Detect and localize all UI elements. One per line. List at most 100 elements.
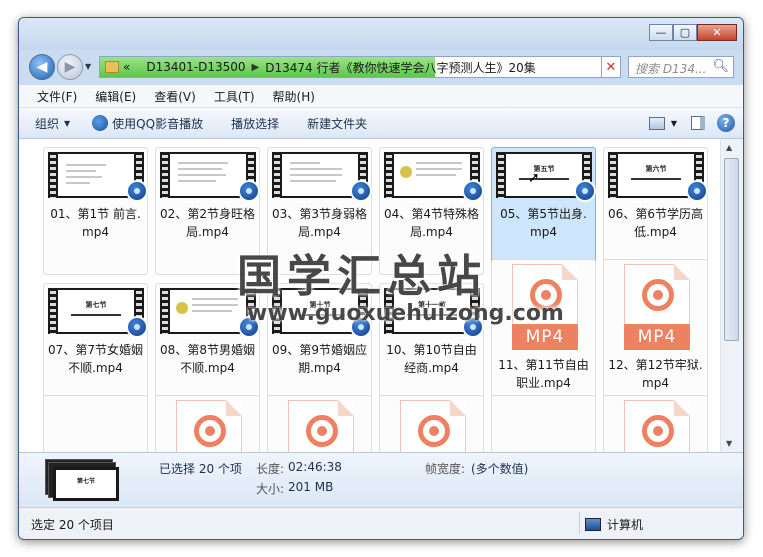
help-icon[interactable]: ? [717, 114, 735, 132]
file-name: 02、第2节身旺格 局.mp4 [160, 207, 255, 239]
address-bar[interactable]: « D13401-D13500 ▶ D13474 行者《教你快速学会八字预测人生… [99, 56, 617, 78]
file-item-01[interactable]: 01、第1节 前言. mp4 [43, 147, 148, 275]
file-name: 10、第10节自由 经商.mp4 [386, 343, 477, 375]
preview-pane-icon[interactable] [691, 116, 705, 130]
file-item-06[interactable]: 第六节 06、第6节学历高 低.mp4 [603, 147, 708, 275]
qq-video-icon [238, 180, 260, 202]
minimize-button[interactable]: — [649, 24, 673, 41]
search-icon[interactable]: 🔍︎ [712, 59, 729, 74]
search-placeholder: 搜索 D134... [635, 62, 707, 76]
file-item-14[interactable]: MP4 [155, 395, 260, 452]
address-row: ◀ ▶ ▼ « D13401-D13500 ▶ D13474 行者《教你快速学会… [19, 50, 743, 84]
file-item-17[interactable] [491, 395, 596, 452]
file-item-07[interactable]: 第七节 07、第7节女婚姻 不顺.mp4 [43, 283, 148, 411]
search-input[interactable]: 搜索 D134... 🔍︎ [628, 56, 734, 78]
breadcrumb: « D13401-D13500 ▶ D13474 行者《教你快速学会八字预测人生… [100, 57, 536, 77]
file-item-13[interactable] [43, 395, 148, 452]
mp4-file-icon: MP4 [624, 400, 690, 452]
mp4-file-icon: MP4 [176, 400, 242, 452]
file-item-11[interactable]: MP4 11、第11节自由 职业.mp4 [491, 259, 596, 411]
menu-bar: 文件(F) 编辑(E) 查看(V) 工具(T) 帮助(H) [19, 85, 743, 108]
file-item-05[interactable]: 第五节 05、第5节出身. mp4 ➚ [491, 147, 596, 275]
file-name: 06、第6节学历高 低.mp4 [608, 207, 703, 239]
toolbar-right: ▼ ? [648, 114, 735, 132]
breadcrumb-separator-icon[interactable]: ▶ [252, 62, 260, 73]
file-item-03[interactable]: 03、第3节身弱格 局.mp4 [267, 147, 372, 275]
change-view-icon[interactable] [648, 116, 665, 130]
play-with-qq-button[interactable]: 使用QQ影音播放 [92, 115, 203, 132]
organize-button[interactable]: 组织 ▼ [35, 115, 70, 132]
title-bar: — ▢ ✕ [19, 18, 743, 50]
file-item-10[interactable]: 第十一节 10、第10节自由 经商.mp4 [379, 283, 484, 411]
qq-video-icon [462, 316, 484, 338]
file-name: 09、第9节婚姻应 期.mp4 [272, 343, 367, 375]
mp4-file-icon: MP4 [512, 264, 578, 350]
back-button[interactable]: ◀ [29, 54, 55, 80]
menu-help[interactable]: 帮助(H) [273, 88, 315, 105]
forward-button[interactable]: ▶ [57, 54, 83, 80]
status-location: 计算机 [585, 516, 643, 533]
scrollbar-thumb[interactable] [724, 158, 739, 341]
command-bar: 组织 ▼ 使用QQ影音播放 播放选择 新建文件夹 ▼ ? [19, 108, 743, 139]
qq-video-icon [574, 180, 596, 202]
qq-video-icon [350, 180, 372, 202]
qq-video-icon [238, 316, 260, 338]
stop-button[interactable]: ✕ [601, 56, 621, 78]
forward-arrow-icon: ▶ [64, 59, 76, 75]
file-item-08[interactable]: 08、第8节男婚姻 不顺.mp4 [155, 283, 260, 411]
view-dropdown-icon[interactable]: ▼ [671, 119, 677, 128]
file-item-04[interactable]: 04、第4节特殊格 局.mp4 [379, 147, 484, 275]
selected-count: 已选择 20 个项 [159, 462, 242, 476]
play-selected-label: 播放选择 [231, 116, 280, 131]
selection-thumbnail-stack: 第七节 [45, 459, 125, 503]
mp4-file-icon: MP4 [400, 400, 466, 452]
computer-icon [585, 518, 601, 531]
scroll-down-icon[interactable]: ▼ [726, 439, 732, 448]
file-item-16[interactable]: MP4 [379, 395, 484, 452]
details-pane: 第七节 已选择 20 个项 长度: 02:46:38 大小: 201 MB 帧宽… [19, 452, 743, 508]
scroll-up-icon[interactable]: ▲ [726, 143, 732, 152]
caption-buttons: — ▢ ✕ [649, 24, 737, 41]
status-location-label: 计算机 [607, 518, 644, 532]
status-selection-text: 选定 20 个项目 [31, 518, 114, 532]
menu-file[interactable]: 文件(F) [37, 88, 77, 105]
length-label: 长度: [256, 462, 285, 476]
menu-edit[interactable]: 编辑(E) [95, 88, 136, 105]
qq-player-icon [92, 115, 109, 131]
play-selected-button[interactable]: 播放选择 [231, 115, 279, 132]
frame-width-value: (多个数值) [471, 462, 529, 476]
file-item-12[interactable]: MP4 12、第12节牢狱. mp4 [603, 259, 708, 411]
size-label: 大小: [256, 482, 285, 496]
file-item-09[interactable]: 第十节 09、第9节婚姻应 期.mp4 [267, 283, 372, 411]
file-item-15[interactable]: MP4 [267, 395, 372, 452]
file-name: 07、第7节女婚姻 不顺.mp4 [48, 343, 143, 375]
menu-view[interactable]: 查看(V) [154, 88, 196, 105]
qq-video-icon [462, 180, 484, 202]
qq-video-icon [686, 180, 708, 202]
size-value: 201 MB [288, 480, 334, 494]
new-folder-button[interactable]: 新建文件夹 [307, 115, 367, 132]
vertical-scrollbar[interactable]: ▲ ▼ [720, 139, 743, 452]
file-name: 05、第5节出身. mp4 [500, 207, 587, 239]
organize-label: 组织 [35, 116, 60, 131]
explorer-window: — ▢ ✕ ◀ ▶ ▼ « D13401-D13500 ▶ D13474 行者《… [18, 17, 744, 540]
mp4-file-icon: MP4 [288, 400, 354, 452]
qq-video-icon [126, 316, 148, 338]
maximize-button[interactable]: ▢ [673, 24, 697, 41]
back-arrow-icon: ◀ [36, 59, 48, 75]
history-dropdown-icon[interactable]: ▼ [85, 62, 91, 71]
close-button[interactable]: ✕ [697, 24, 737, 41]
play-with-qq-label: 使用QQ影音播放 [112, 116, 204, 131]
breadcrumb-item-parent[interactable]: D13401-D13500 [146, 60, 245, 74]
mouse-cursor-icon: ➚ [528, 170, 540, 186]
breadcrumb-item-current[interactable]: D13474 行者《教你快速学会八字预测人生》20集 [265, 59, 536, 76]
menu-tools[interactable]: 工具(T) [214, 88, 255, 105]
status-bar: 选定 20 个项目 计算机 [19, 507, 743, 539]
mp4-file-icon: MP4 [624, 264, 690, 350]
file-name: 03、第3节身弱格 局.mp4 [272, 207, 367, 239]
breadcrumb-overflow[interactable]: « [123, 60, 130, 74]
file-item-02[interactable]: 02、第2节身旺格 局.mp4 [155, 147, 260, 275]
new-folder-label: 新建文件夹 [307, 116, 368, 131]
file-name: 12、第12节牢狱. mp4 [608, 358, 703, 390]
file-item-18[interactable]: MP4 [603, 395, 708, 452]
